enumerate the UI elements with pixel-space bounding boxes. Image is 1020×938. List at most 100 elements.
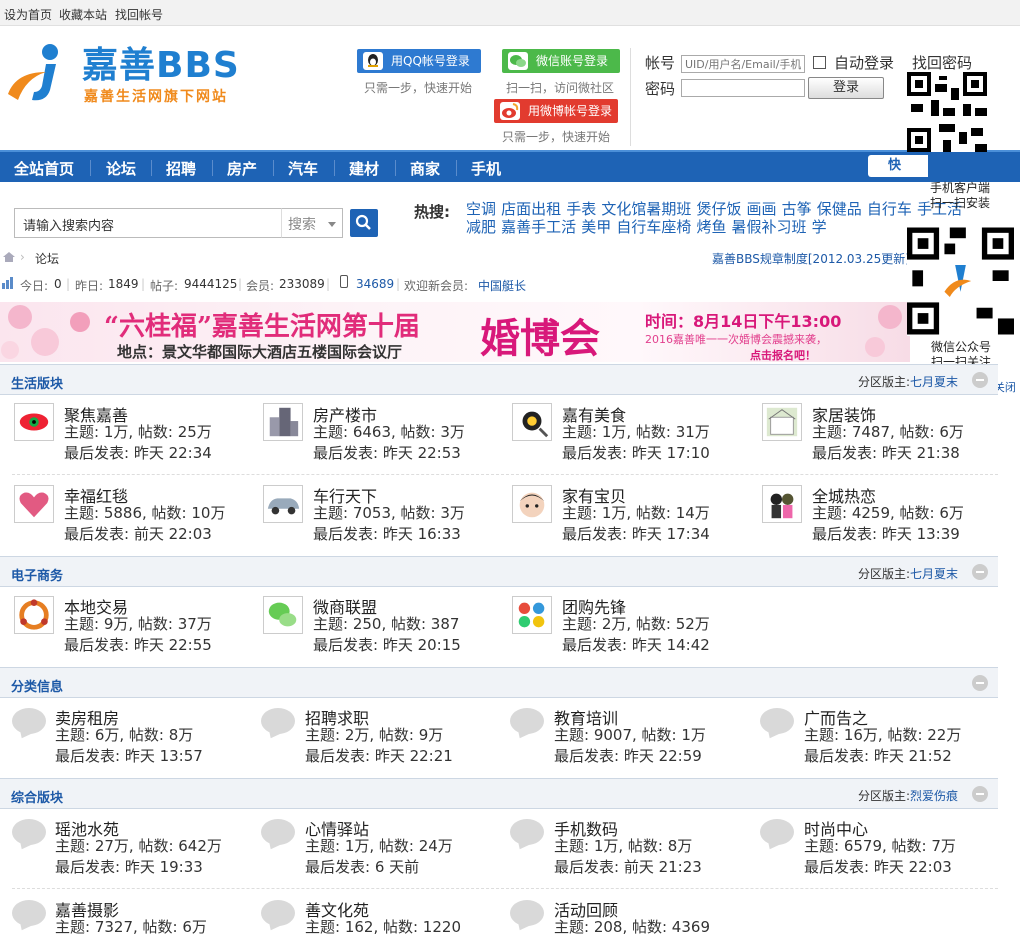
forum-item[interactable] — [14, 403, 54, 445]
hot-word[interactable]: 减肥 — [466, 218, 496, 236]
forum-last-post[interactable]: 最后发表: 昨天 14:42 — [562, 635, 710, 656]
hot-word[interactable]: 空调 — [466, 200, 496, 218]
hot-word[interactable]: 古筝 — [782, 200, 812, 218]
password-input[interactable] — [681, 79, 805, 97]
forum-last-post[interactable]: 最后发表: 昨天 13:57 — [55, 746, 203, 767]
forum-item[interactable] — [14, 596, 54, 638]
forum-item[interactable] — [263, 403, 303, 445]
recover-account-link[interactable]: 找回帐号 — [115, 6, 163, 23]
hot-word[interactable]: 店面出租 — [501, 200, 561, 218]
password-label: 密码 — [645, 80, 676, 98]
new-member-link[interactable]: 中国艇长 — [478, 277, 526, 294]
breadcrumb-current[interactable]: 论坛 — [35, 250, 59, 267]
forum-meta: 主题: 1万, 帖数: 25万 最后发表: 昨天 22:34 — [64, 422, 212, 464]
forum-item[interactable] — [512, 485, 552, 527]
hot-word[interactable]: 煲仔饭 — [696, 200, 741, 218]
forum-item[interactable] — [263, 485, 303, 527]
forum-item[interactable] — [263, 596, 303, 638]
hot-word[interactable]: 烤鱼 — [696, 218, 726, 236]
forum-last-post[interactable]: 最后发表: 昨天 20:15 — [313, 635, 461, 656]
logo-icon[interactable] — [6, 42, 78, 106]
collapse-toggle-icon[interactable] — [972, 675, 988, 691]
set-home-link[interactable]: 设为首页 — [4, 6, 52, 23]
forum-bubble-icon — [12, 819, 46, 845]
forum-last-post[interactable]: 最后发表: 昨天 21:38 — [812, 443, 964, 464]
collapse-toggle-icon[interactable] — [972, 786, 988, 802]
heart-icon — [14, 485, 54, 523]
hot-word[interactable]: 画画 — [747, 200, 777, 218]
nav-forum[interactable]: 论坛 — [106, 158, 136, 179]
nav-realestate[interactable]: 房产 — [227, 158, 257, 179]
account-input[interactable] — [681, 55, 805, 73]
trade-icon — [14, 596, 54, 634]
hot-word[interactable]: 学 — [812, 218, 827, 236]
forum-last-post[interactable]: 最后发表: 昨天 22:03 — [804, 857, 956, 878]
forum-item[interactable] — [14, 485, 54, 527]
forum-last-post[interactable]: 最后发表: 昨天 19:33 — [55, 857, 222, 878]
nav-jobs[interactable]: 招聘 — [166, 158, 196, 179]
forum-item[interactable] — [512, 403, 552, 445]
forum-last-post[interactable]: 最后发表: 6 天前 — [305, 857, 453, 878]
forum-last-post[interactable]: 最后发表: 前天 22:03 — [64, 524, 225, 545]
nav-materials[interactable]: 建材 — [349, 158, 379, 179]
mobile-count[interactable]: 34689 — [356, 277, 394, 291]
nav-merchants[interactable]: 商家 — [410, 158, 440, 179]
forum-last-post[interactable]: 最后发表: 昨天 22:21 — [305, 746, 453, 767]
forum-meta: 主题: 9007, 帖数: 1万 最后发表: 昨天 22:59 — [554, 725, 706, 767]
moderator-link[interactable]: 烈爱伤痕 — [910, 789, 958, 803]
hot-word[interactable]: 暑假补习班 — [732, 218, 807, 236]
hot-word[interactable]: 自行车 — [867, 200, 912, 218]
forum-last-post[interactable]: 最后发表: 昨天 13:39 — [812, 524, 964, 545]
find-password-link[interactable]: 找回密码 — [912, 52, 972, 73]
auto-login-label[interactable]: 自动登录 — [834, 52, 894, 73]
forum-last-post[interactable]: 最后发表: 昨天 22:59 — [554, 746, 706, 767]
hot-word[interactable]: 文化馆暑期班 — [601, 200, 691, 218]
expo-banner[interactable]: “六桂福”嘉善生活网第十届 地点：景文华都国际大酒店五楼国际会议厅 婚博会 时间… — [0, 302, 910, 362]
auto-login-checkbox[interactable] — [813, 56, 826, 69]
hot-word[interactable]: 美甲 — [581, 218, 611, 236]
section-title[interactable]: 分类信息 — [11, 676, 63, 695]
hot-word[interactable]: 嘉善手工活 — [501, 218, 576, 236]
weibo-login-button[interactable]: 用微博帐号登录 — [494, 99, 618, 123]
logo-text[interactable]: 嘉善BBS — [82, 46, 240, 86]
forum-last-post[interactable]: 最后发表: 昨天 21:52 — [804, 746, 961, 767]
section-title[interactable]: 综合版块 — [11, 787, 63, 806]
rules-link[interactable]: 嘉善BBS规章制度[2012.03.25更新] — [712, 250, 910, 267]
qq-hint: 只需一步，快速开始 — [364, 81, 473, 95]
forum-last-post[interactable]: 最后发表: 昨天 16:33 — [313, 524, 465, 545]
section-title[interactable]: 生活版块 — [11, 373, 63, 392]
forum-item[interactable] — [762, 485, 802, 527]
bookmark-link[interactable]: 收藏本站 — [59, 6, 107, 23]
hot-word[interactable]: 手表 — [566, 200, 596, 218]
forum-item[interactable] — [512, 596, 552, 638]
hot-word[interactable]: 保健品 — [817, 200, 862, 218]
wechat-login-button[interactable]: 微信账号登录 — [502, 49, 620, 73]
collapse-toggle-icon[interactable] — [972, 372, 988, 388]
forum-counts: 主题: 6579, 帖数: 7万 — [804, 837, 956, 855]
home-icon[interactable] — [2, 251, 16, 263]
forum-last-post[interactable]: 最后发表: 昨天 22:34 — [64, 443, 212, 464]
forum-last-post[interactable]: 最后发表: 昨天 22:55 — [64, 635, 212, 656]
nav-mobile[interactable]: 手机 — [471, 158, 501, 179]
moderator-link[interactable]: 七月夏末 — [910, 567, 958, 581]
mobile-icon — [340, 275, 348, 288]
qq-login-button[interactable]: 用QQ帐号登录 — [357, 49, 481, 73]
forum-last-post[interactable]: 最后发表: 昨天 22:53 — [313, 443, 465, 464]
nav-cars[interactable]: 汽车 — [288, 158, 318, 179]
forum-last-post[interactable]: 最后发表: 昨天 17:34 — [562, 524, 710, 545]
quick-nav-button[interactable]: 快 — [868, 155, 928, 177]
forum-item[interactable] — [762, 403, 802, 445]
search-button[interactable] — [350, 209, 378, 237]
section-title[interactable]: 电子商务 — [11, 565, 63, 584]
moderator-link[interactable]: 七月夏末 — [910, 375, 958, 389]
nav-home[interactable]: 全站首页 — [14, 158, 74, 179]
forum-last-post[interactable]: 最后发表: 昨天 17:10 — [562, 443, 710, 464]
search-type-select[interactable]: 搜索 — [281, 208, 343, 238]
forum-bubble-icon — [261, 900, 295, 926]
hot-word[interactable]: 自行车座椅 — [616, 218, 691, 236]
search-input[interactable]: 请输入搜索内容 — [14, 208, 282, 238]
login-button[interactable]: 登录 — [808, 77, 884, 99]
forum-counts: 主题: 1万, 帖数: 31万 — [562, 423, 710, 441]
collapse-toggle-icon[interactable] — [972, 564, 988, 580]
forum-last-post[interactable]: 最后发表: 前天 21:23 — [554, 857, 702, 878]
